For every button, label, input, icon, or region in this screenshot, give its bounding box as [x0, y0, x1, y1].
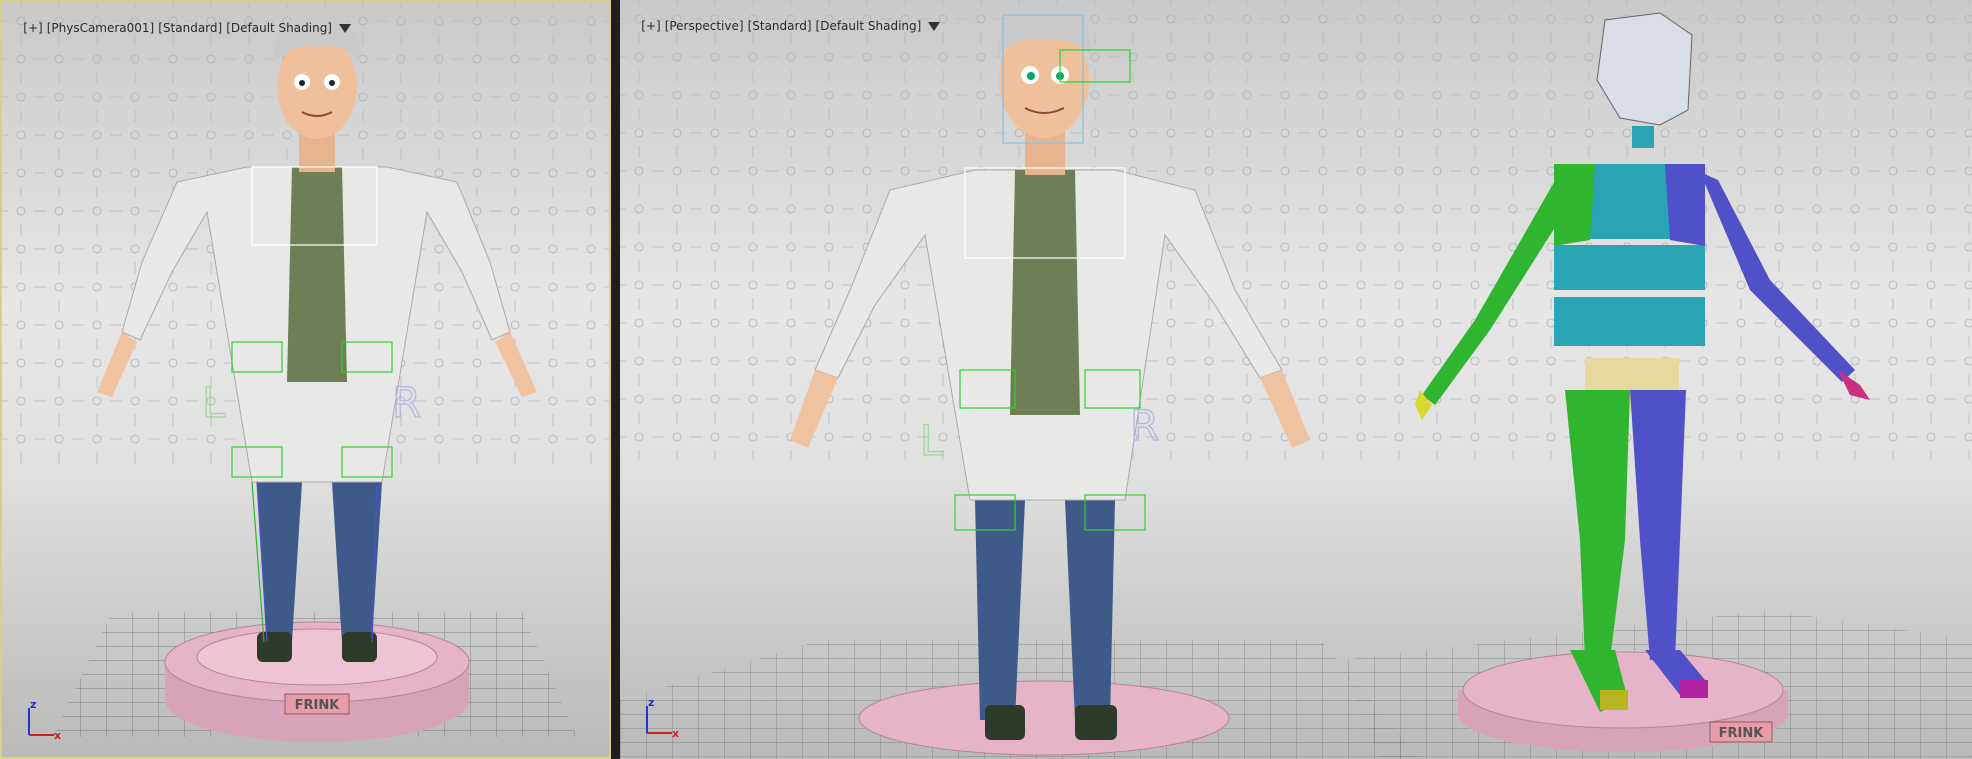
viewport-label-bar: [+] [PhysCamera001] [Standard] [Default Sha… — [8, 7, 351, 49]
rig-label-left: L — [920, 416, 944, 465]
filter-icon[interactable] — [339, 24, 351, 33]
axis-x-label: x — [672, 727, 679, 740]
scene-left: FRINK L R z x — [2, 2, 609, 742]
viewport-menu-plus[interactable]: [+] — [641, 19, 660, 33]
viewport-camera-menu[interactable]: [Perspective] — [665, 19, 744, 33]
viewport-camera-menu[interactable]: [PhysCamera001] — [47, 21, 155, 35]
viewport-label-bar: [+] [Perspective] [Standard] [Default Shadi… — [626, 5, 941, 47]
viewport-layout: [+] [PhysCamera001] [Standard] [Default Sha… — [0, 0, 1972, 759]
viewport-perspective[interactable]: [+] [Perspective] [Standard] [Default Shadi… — [620, 0, 1972, 759]
plinth-label: FRINK — [1719, 726, 1765, 741]
rig-label-right: R — [1130, 401, 1159, 450]
plinth — [858, 680, 1230, 756]
axis-z-label: z — [30, 698, 36, 711]
scene-right: L R FRINK z x — [620, 0, 1972, 759]
axis-z-label: z — [648, 696, 654, 709]
viewport-physcamera[interactable]: [+] [PhysCamera001] [Standard] [Default Sha… — [0, 0, 611, 759]
viewport-render-menu[interactable]: [Standard] — [748, 19, 812, 33]
viewport-render-menu[interactable]: [Standard] — [158, 21, 222, 35]
rig-label-left: L — [202, 378, 226, 427]
plinth: FRINK — [164, 621, 470, 742]
viewport-shading-menu[interactable]: [Default Shading] — [226, 21, 332, 35]
axis-tripod: z x — [28, 698, 61, 742]
filter-icon[interactable] — [928, 22, 941, 31]
viewport-shading-menu[interactable]: [Default Shading] — [816, 19, 922, 33]
axis-x-label: x — [54, 729, 61, 742]
viewport-menu-plus[interactable]: [+] — [23, 21, 42, 35]
plinth-label: FRINK — [295, 698, 341, 713]
rig-label-right: R — [392, 378, 421, 427]
